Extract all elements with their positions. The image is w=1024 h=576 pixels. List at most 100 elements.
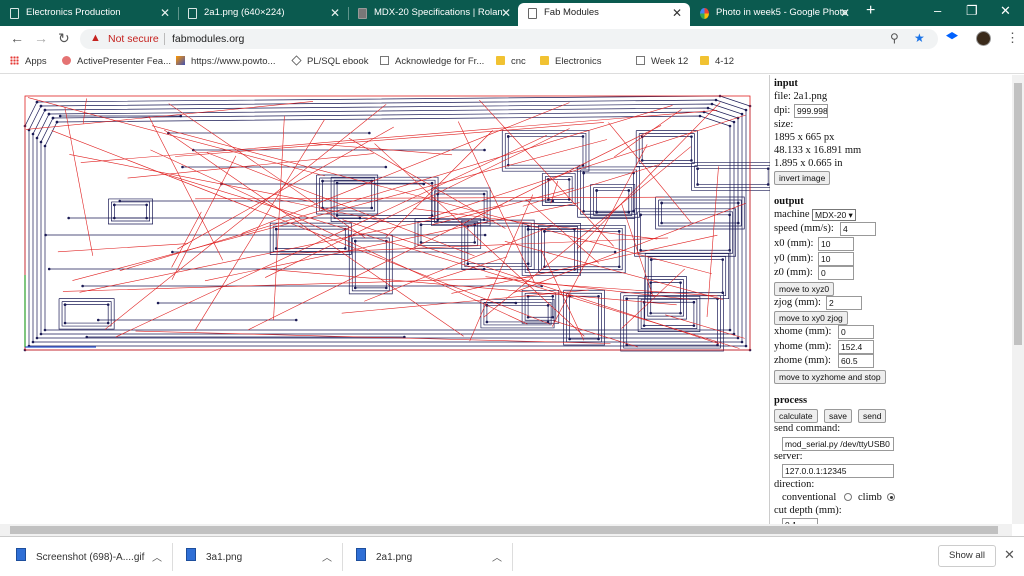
calculate-button[interactable]: calculate [774, 409, 818, 423]
toolpath-point [744, 344, 748, 348]
vertical-scrollbar[interactable] [1012, 75, 1024, 524]
new-tab-button[interactable]: + [866, 2, 875, 20]
forward-button[interactable]: → [34, 30, 48, 46]
zoom-search-icon[interactable]: ⚲ [890, 31, 899, 45]
address-bar[interactable]: ▲ Not secure fabmodules.org ⚲ ★ [80, 29, 938, 49]
download-item[interactable]: 3a1.png [206, 552, 242, 563]
avatar[interactable] [976, 31, 991, 46]
y0-input[interactable] [818, 252, 854, 266]
url-text[interactable]: fabmodules.org [172, 33, 244, 45]
close-icon[interactable]: ✕ [1004, 547, 1015, 563]
chevron-up-icon[interactable]: ︿ [152, 549, 162, 564]
zjog-input[interactable] [826, 296, 862, 310]
close-icon[interactable]: ✕ [160, 3, 170, 23]
xhome-input[interactable] [838, 325, 874, 339]
bookmark-apps[interactable]: Apps [10, 56, 47, 67]
dpi-input[interactable] [794, 104, 828, 118]
toolpath-point [567, 178, 571, 181]
save-button[interactable]: save [824, 409, 852, 423]
image-file-icon [186, 548, 196, 561]
toolpath-point [179, 114, 183, 118]
bookmark-star-icon[interactable]: ★ [914, 31, 925, 45]
rapid-move-line [485, 276, 689, 300]
warning-icon[interactable]: ▲ [90, 32, 101, 44]
bookmark-activepresenter[interactable]: ActivePresenter Fea... [62, 56, 171, 67]
climb-radio[interactable] [887, 493, 895, 501]
speed-input[interactable] [840, 222, 876, 236]
toolpath-point [335, 214, 339, 217]
download-item[interactable]: Screenshot (698)-A....gif [36, 552, 144, 563]
move-to-xyzhome-button[interactable]: move to xyzhome and stop [774, 370, 886, 384]
toolpath-point [714, 98, 718, 102]
toolpath-segment [566, 292, 602, 343]
move-to-xy0-zjog-button[interactable]: move to xy0 zjog [774, 311, 848, 325]
toolpath-point [321, 179, 324, 183]
bookmark-4-12[interactable]: 4-12 [700, 56, 734, 67]
toolpath-segment [524, 225, 578, 273]
chevron-up-icon[interactable]: ︿ [492, 549, 502, 564]
toolpath-point [113, 203, 116, 207]
bookmark-plsql-ebook[interactable]: PL/SQL ebook [291, 55, 368, 67]
yhome-input[interactable] [838, 340, 874, 354]
toolpath-segment [507, 136, 584, 166]
toolpath-segment [640, 298, 698, 329]
dropbox-icon[interactable] [946, 32, 958, 40]
horizontal-scrollbar[interactable] [0, 524, 1012, 536]
tab-mdx20-specs[interactable]: MDX-20 Specifications | Rolan ✕ [348, 3, 518, 26]
toolpath-point [39, 332, 43, 336]
toolpath-point [43, 144, 47, 148]
tab-fab-modules[interactable]: Fab Modules ✕ [518, 3, 690, 26]
server-input[interactable] [782, 464, 894, 478]
bookmark-week12[interactable]: Week 12 [636, 56, 688, 67]
toolpath-canvas[interactable] [8, 75, 775, 524]
horizontal-scroll-thumb[interactable] [10, 526, 998, 534]
bookmark-acknowledge[interactable]: Acknowledge for Fr... [380, 56, 484, 67]
zhome-input[interactable] [838, 354, 874, 368]
send-command-input[interactable] [782, 437, 894, 451]
toolpath-segment [483, 301, 552, 326]
z0-input[interactable] [818, 266, 854, 280]
toolpath-point [728, 328, 732, 332]
close-icon[interactable]: ✕ [840, 3, 850, 23]
bookmark-cnc[interactable]: cnc [496, 56, 526, 67]
toolpath-point [736, 221, 740, 225]
google-photos-icon [700, 8, 709, 19]
conventional-radio[interactable] [844, 493, 852, 501]
back-button[interactable]: ← [10, 30, 24, 46]
show-all-button[interactable]: Show all [938, 545, 996, 567]
tab-electronics-production[interactable]: Electronics Production ✕ [0, 3, 178, 26]
toolpath-point [419, 241, 423, 244]
close-icon[interactable]: ✕ [330, 3, 340, 23]
send-button[interactable]: send [858, 409, 887, 423]
x0-input[interactable] [818, 237, 854, 251]
toolpath-point [473, 241, 477, 244]
invert-image-button[interactable]: invert image [774, 171, 831, 185]
vertical-scroll-thumb[interactable] [1014, 83, 1022, 345]
tab-google-photos[interactable]: Photo in week5 - Google Photo ✕ [690, 3, 860, 26]
toolpath-point [617, 230, 621, 233]
toolpath-point [696, 183, 699, 186]
toolpath-point [171, 250, 174, 254]
window-close-button[interactable]: ✕ [1000, 3, 1011, 19]
toolpath-point [358, 216, 362, 220]
reload-button[interactable]: ↻ [58, 30, 70, 47]
security-label[interactable]: Not secure [108, 33, 159, 45]
bookmark-powtoon[interactable]: https://www.powto... [176, 56, 275, 67]
download-item[interactable]: 2a1.png [376, 552, 412, 563]
bookmark-label: Apps [25, 56, 47, 67]
bookmark-electronics[interactable]: Electronics [540, 56, 601, 67]
rapid-move-line [150, 149, 528, 325]
toolpath-svg [23, 94, 775, 352]
minimize-button[interactable]: ‒ [934, 3, 941, 18]
toolpath-point [430, 181, 434, 185]
restore-button[interactable]: ❐ [966, 3, 978, 19]
move-to-xyz0-button[interactable]: move to xyz0 [774, 282, 835, 296]
chevron-up-icon[interactable]: ︿ [322, 549, 332, 564]
menu-icon[interactable]: ⋮ [1006, 30, 1019, 46]
machine-select[interactable]: MDX-20 ▾ [812, 209, 856, 221]
tab-2a1-png[interactable]: 2a1.png (640×224) ✕ [178, 3, 348, 26]
toolpath-point [595, 189, 598, 192]
toolpath-segment [420, 224, 476, 243]
close-icon[interactable]: ✕ [501, 3, 511, 23]
close-icon[interactable]: ✕ [672, 3, 682, 23]
